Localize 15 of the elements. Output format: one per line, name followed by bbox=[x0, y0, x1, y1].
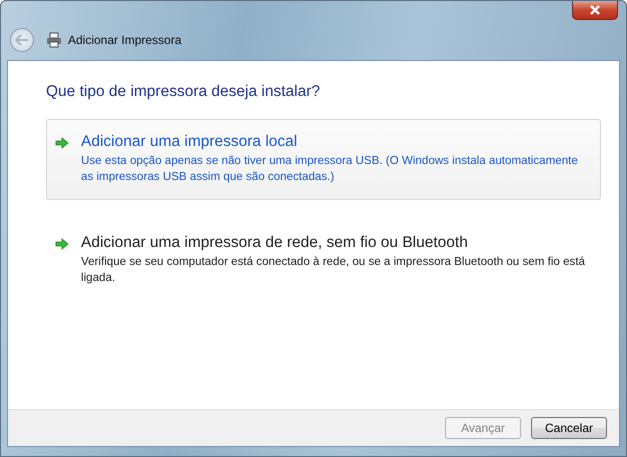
back-arrow-icon bbox=[15, 34, 29, 46]
arrow-icon bbox=[55, 238, 69, 250]
printer-icon bbox=[46, 32, 62, 48]
option-title: Adicionar uma impressora local bbox=[81, 132, 298, 152]
option-title: Adicionar uma impressora de rede, sem fio ou Bluetooth bbox=[81, 233, 469, 253]
wizard-button[interactable]: Cancelar bbox=[531, 417, 607, 439]
close-icon bbox=[589, 5, 601, 15]
page-heading: Que tipo de impressora deseja instalar? bbox=[46, 83, 321, 101]
option-card[interactable]: Adicionar uma impressora local Use esta opção apenas se não tiver uma impressora USB. (O Windows instala automaticamente as impressoras USB assim que são conectadas.) bbox=[46, 119, 601, 200]
option-card[interactable]: Adicionar uma impressora de rede, sem fio ou Bluetooth Verifique se seu computador está conectado à rede, ou se a impressora Bluetooth ou sem fio está ligada. bbox=[46, 220, 601, 301]
option-description: Use esta opção apenas se não tiver uma impressora USB. (O Windows instala automaticamente as impressoras USB assim que são conectadas.) bbox=[81, 153, 579, 185]
option-description: Verifique se seu computador está conectado à rede, ou se a impressora Bluetooth ou sem fio está ligada. bbox=[81, 254, 586, 286]
close-button[interactable] bbox=[572, 1, 618, 20]
window-title: Adicionar Impressora bbox=[68, 33, 182, 47]
arrow-icon bbox=[55, 137, 69, 149]
